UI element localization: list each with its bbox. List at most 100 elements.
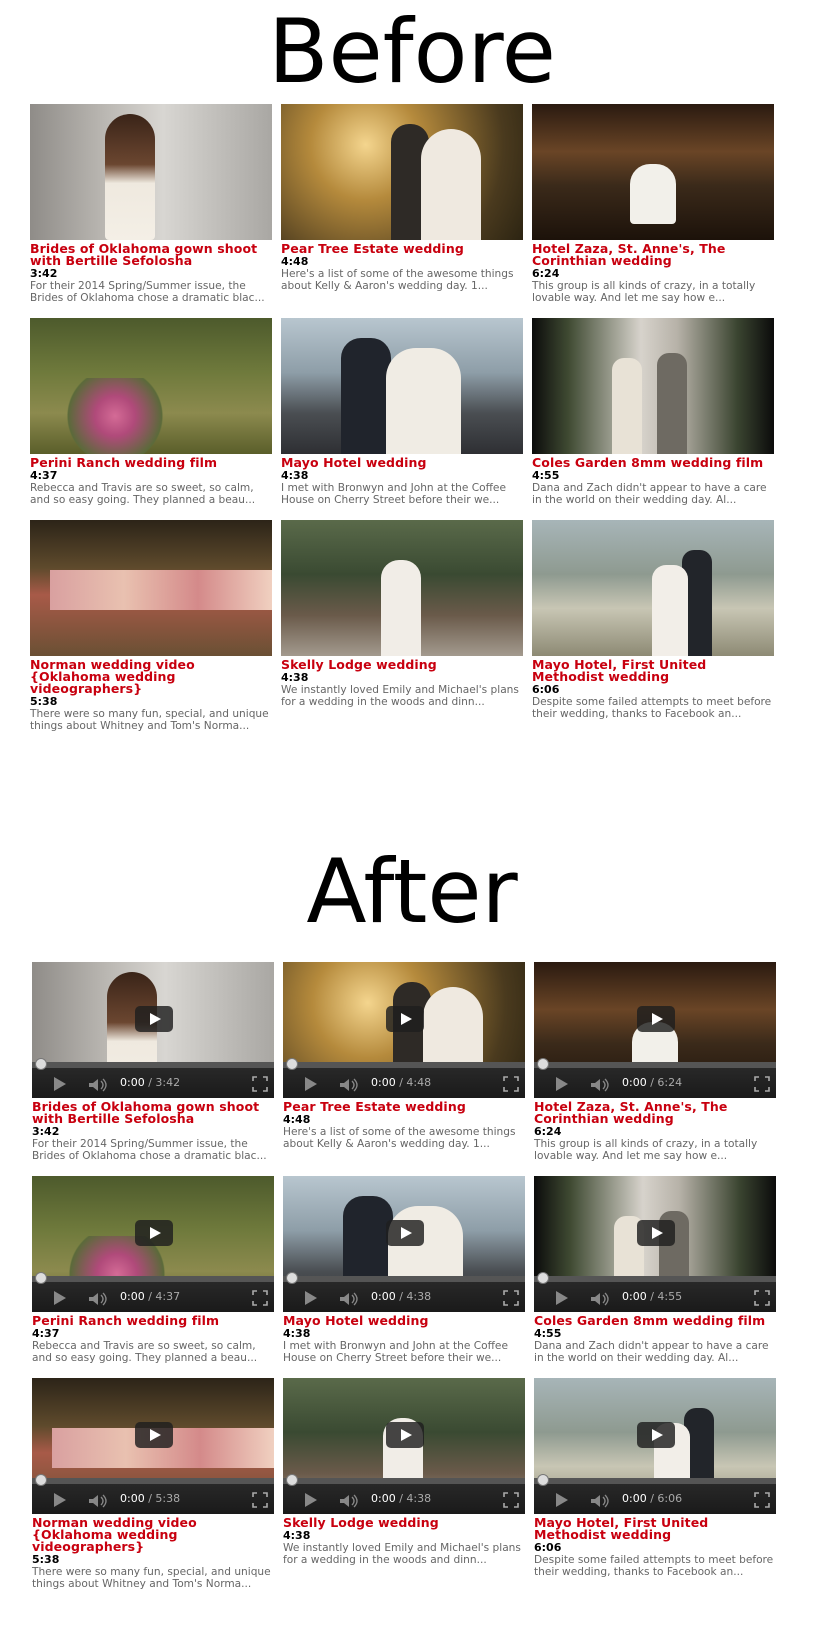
progress-knob[interactable] <box>35 1058 47 1070</box>
video-title-link[interactable]: Perini Ranch wedding film <box>32 1314 274 1327</box>
fullscreen-icon[interactable] <box>503 1290 519 1306</box>
video-title-link[interactable]: Coles Garden 8mm wedding film <box>534 1314 776 1327</box>
video-player[interactable]: 0:00 / 4:38 <box>283 1378 525 1514</box>
progress-bar[interactable] <box>283 1058 525 1070</box>
big-play-icon[interactable] <box>135 1006 173 1032</box>
video-title-link[interactable]: Skelly Lodge wedding <box>281 658 523 671</box>
progress-bar[interactable] <box>32 1272 274 1284</box>
current-time: 0:00 <box>622 1290 647 1303</box>
video-thumbnail[interactable] <box>30 318 272 454</box>
fullscreen-icon[interactable] <box>252 1076 268 1092</box>
video-title-link[interactable]: Hotel Zaza, St. Anne's, The Corinthian w… <box>532 242 774 267</box>
big-play-icon[interactable] <box>386 1422 424 1448</box>
volume-icon[interactable] <box>339 1493 359 1508</box>
big-play-icon[interactable] <box>135 1220 173 1246</box>
video-thumbnail[interactable] <box>30 104 272 240</box>
volume-icon[interactable] <box>88 1077 108 1092</box>
big-play-icon[interactable] <box>386 1006 424 1032</box>
fullscreen-icon[interactable] <box>503 1076 519 1092</box>
progress-knob[interactable] <box>286 1058 298 1070</box>
volume-icon[interactable] <box>590 1291 610 1306</box>
big-play-icon[interactable] <box>135 1422 173 1448</box>
time-display: 0:00 / 4:55 <box>622 1290 682 1303</box>
fullscreen-icon[interactable] <box>754 1492 770 1508</box>
progress-knob[interactable] <box>35 1272 47 1284</box>
progress-knob[interactable] <box>537 1058 549 1070</box>
fullscreen-icon[interactable] <box>252 1290 268 1306</box>
fullscreen-icon[interactable] <box>754 1076 770 1092</box>
video-title-link[interactable]: Skelly Lodge wedding <box>283 1516 525 1529</box>
video-title-link[interactable]: Mayo Hotel wedding <box>283 1314 525 1327</box>
video-title-link[interactable]: Mayo Hotel, First United Methodist weddi… <box>534 1516 776 1541</box>
progress-bar[interactable] <box>32 1058 274 1070</box>
progress-bar[interactable] <box>534 1058 776 1070</box>
video-thumbnail[interactable] <box>30 520 272 656</box>
video-thumbnail[interactable] <box>281 104 523 240</box>
video-player[interactable]: 0:00 / 3:42 <box>32 962 274 1098</box>
video-thumbnail[interactable] <box>281 520 523 656</box>
progress-bar[interactable] <box>534 1474 776 1486</box>
duration-time: / 3:42 <box>144 1076 181 1089</box>
progress-bar[interactable] <box>283 1272 525 1284</box>
video-title-link[interactable]: Brides of Oklahoma gown shoot with Berti… <box>30 242 272 267</box>
video-thumbnail[interactable] <box>532 520 774 656</box>
progress-bar[interactable] <box>534 1272 776 1284</box>
video-title-link[interactable]: Mayo Hotel wedding <box>281 456 523 469</box>
progress-knob[interactable] <box>537 1272 549 1284</box>
fullscreen-icon[interactable] <box>503 1492 519 1508</box>
video-title-link[interactable]: Norman wedding video {Oklahoma wedding v… <box>32 1516 274 1553</box>
video-title-link[interactable]: Norman wedding video {Oklahoma wedding v… <box>30 658 272 695</box>
video-player[interactable]: 0:00 / 4:38 <box>283 1176 525 1312</box>
video-thumbnail[interactable] <box>281 318 523 454</box>
big-play-icon[interactable] <box>637 1422 675 1448</box>
video-description: I met with Bronwyn and John at the Coffe… <box>283 1340 508 1365</box>
play-icon[interactable] <box>54 1493 66 1507</box>
big-play-icon[interactable] <box>637 1220 675 1246</box>
fullscreen-icon[interactable] <box>252 1492 268 1508</box>
video-thumbnail[interactable] <box>532 318 774 454</box>
progress-bar[interactable] <box>32 1474 274 1486</box>
video-thumbnail[interactable] <box>532 104 774 240</box>
video-title-link[interactable]: Pear Tree Estate wedding <box>281 242 523 255</box>
video-duration: 6:06 <box>534 1541 562 1554</box>
current-time: 0:00 <box>120 1076 145 1089</box>
progress-knob[interactable] <box>286 1474 298 1486</box>
video-card: 0:00 / 4:38 Mayo Hotel wedding 4:38 I met w… <box>283 1176 525 1364</box>
play-icon[interactable] <box>54 1291 66 1305</box>
volume-icon[interactable] <box>339 1291 359 1306</box>
play-icon[interactable] <box>556 1493 568 1507</box>
play-icon[interactable] <box>305 1077 317 1091</box>
play-icon[interactable] <box>305 1493 317 1507</box>
volume-icon[interactable] <box>590 1493 610 1508</box>
volume-icon[interactable] <box>339 1077 359 1092</box>
video-title-link[interactable]: Coles Garden 8mm wedding film <box>532 456 774 469</box>
video-title-link[interactable]: Hotel Zaza, St. Anne's, The Corinthian w… <box>534 1100 776 1125</box>
player-controls: 0:00 / 4:38 <box>283 1272 525 1312</box>
play-icon[interactable] <box>556 1291 568 1305</box>
big-play-icon[interactable] <box>637 1006 675 1032</box>
video-title-link[interactable]: Pear Tree Estate wedding <box>283 1100 525 1113</box>
video-title-link[interactable]: Mayo Hotel, First United Methodist weddi… <box>532 658 774 683</box>
before-heading: Before <box>268 0 556 103</box>
big-play-icon[interactable] <box>386 1220 424 1246</box>
video-player[interactable]: 0:00 / 4:37 <box>32 1176 274 1312</box>
video-title-link[interactable]: Perini Ranch wedding film <box>30 456 272 469</box>
progress-knob[interactable] <box>35 1474 47 1486</box>
video-player[interactable]: 0:00 / 6:24 <box>534 962 776 1098</box>
fullscreen-icon[interactable] <box>754 1290 770 1306</box>
play-icon[interactable] <box>54 1077 66 1091</box>
video-card: Skelly Lodge wedding 4:38 We instantly lov… <box>281 520 523 708</box>
progress-bar[interactable] <box>283 1474 525 1486</box>
video-player[interactable]: 0:00 / 5:38 <box>32 1378 274 1514</box>
progress-knob[interactable] <box>286 1272 298 1284</box>
progress-knob[interactable] <box>537 1474 549 1486</box>
volume-icon[interactable] <box>590 1077 610 1092</box>
video-player[interactable]: 0:00 / 4:55 <box>534 1176 776 1312</box>
volume-icon[interactable] <box>88 1291 108 1306</box>
video-player[interactable]: 0:00 / 4:48 <box>283 962 525 1098</box>
play-icon[interactable] <box>556 1077 568 1091</box>
volume-icon[interactable] <box>88 1493 108 1508</box>
video-title-link[interactable]: Brides of Oklahoma gown shoot with Berti… <box>32 1100 274 1125</box>
video-player[interactable]: 0:00 / 6:06 <box>534 1378 776 1514</box>
play-icon[interactable] <box>305 1291 317 1305</box>
